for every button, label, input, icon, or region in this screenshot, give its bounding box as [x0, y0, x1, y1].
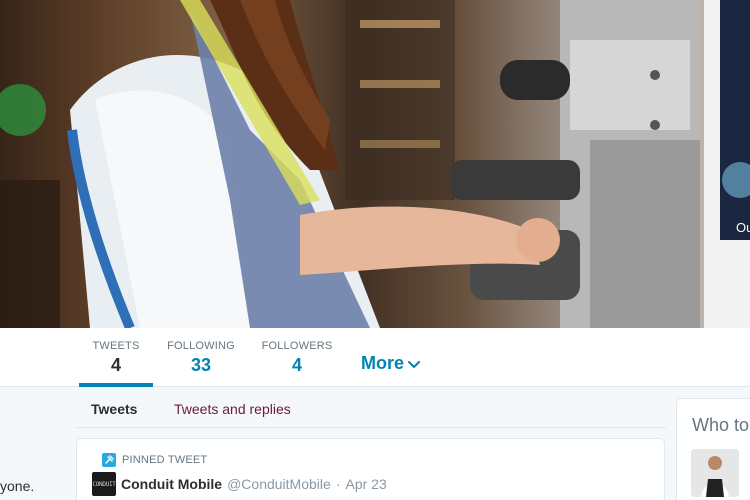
- stat-label: FOLLOWERS: [261, 340, 333, 352]
- tab-tweets[interactable]: Tweets: [91, 401, 137, 417]
- bio-text: yone.: [0, 478, 35, 494]
- pinned-label: PINNED TWEET: [122, 454, 208, 466]
- author-name[interactable]: Conduit Mobile: [121, 476, 222, 492]
- stat-value: 4: [291, 355, 302, 375]
- stat-label: FOLLOWING: [167, 340, 235, 352]
- profile-nav: TWEETS 4 FOLLOWING 33 FOLLOWERS 4 More: [0, 328, 750, 387]
- tweet-header: CONDUIT Conduit Mobile @ConduitMobile · …: [92, 472, 387, 496]
- pinned-indicator: PINNED TWEET: [102, 453, 207, 467]
- pinned-tweet-card[interactable]: PINNED TWEET CONDUIT Conduit Mobile @Con…: [76, 438, 665, 500]
- stat-value: 33: [190, 355, 212, 375]
- more-menu-button[interactable]: More: [361, 353, 421, 374]
- header-photo-illustration: [0, 0, 750, 328]
- separator-dot: ·: [335, 476, 341, 492]
- stat-following[interactable]: FOLLOWING 33: [162, 328, 240, 387]
- header-photo: Ou: [0, 0, 750, 328]
- who-to-follow-title: Who to follow: [692, 415, 750, 435]
- who-to-follow-card: Who to follow: [676, 398, 750, 500]
- timeline-tabs: Tweets Tweets and replies: [76, 388, 666, 428]
- stat-tweets[interactable]: TWEETS 4: [79, 328, 153, 387]
- chevron-down-icon: [408, 360, 421, 368]
- tab-tweets-and-replies[interactable]: Tweets and replies: [174, 401, 291, 417]
- header-overlay-text: Ou: [736, 220, 750, 235]
- stat-label: TWEETS: [92, 340, 140, 352]
- avatar[interactable]: CONDUIT: [92, 472, 116, 496]
- stat-followers[interactable]: FOLLOWERS 4: [258, 328, 336, 387]
- more-label: More: [361, 353, 405, 373]
- stat-value: 4: [110, 355, 121, 375]
- avatar[interactable]: [691, 449, 739, 497]
- tweet-timestamp[interactable]: Apr 23: [345, 476, 386, 492]
- author-handle[interactable]: @ConduitMobile: [227, 476, 331, 492]
- pin-icon: [102, 453, 116, 467]
